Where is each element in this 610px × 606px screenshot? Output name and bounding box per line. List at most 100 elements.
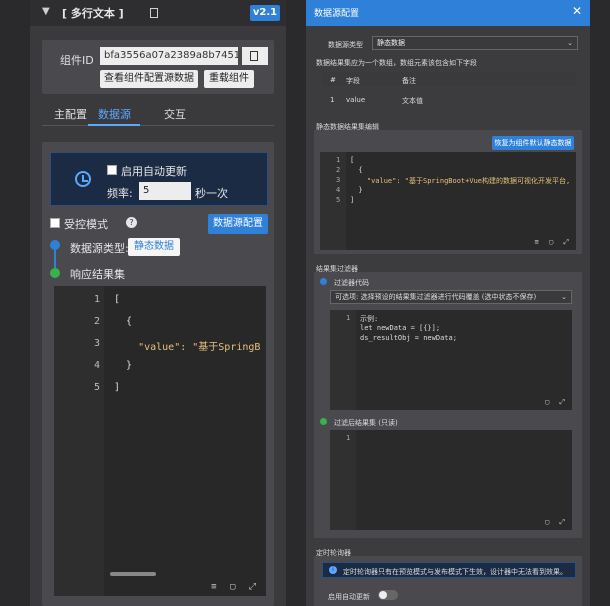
datasource-type-label: 数据源类型: [328, 41, 363, 49]
version-badge: v2.1: [250, 5, 280, 21]
line-number: 5: [336, 196, 341, 204]
result-hint: 数据结果集应为一个数组，数组元素该包含如下字段: [316, 59, 477, 67]
line-number: 4: [336, 186, 341, 194]
component-id-input[interactable]: bfa3556a07a2389a8b7451b6: [100, 47, 238, 65]
table-cell: 文本值: [402, 97, 423, 105]
dialog-auto-update-label: 启用自动更新: [328, 593, 370, 601]
line-number: 1: [94, 294, 101, 305]
code-line: }: [350, 186, 363, 194]
response-code-editor[interactable]: 1 2 3 4 5 [ { "value": "基于SpringB } ] ≡ …: [54, 286, 266, 596]
chevron-down-icon: ⌄: [567, 39, 573, 47]
code-line: }: [114, 360, 133, 371]
line-gutter: [320, 152, 346, 250]
editor-toolbar[interactable]: ≡ ▢ ⤢: [211, 582, 260, 592]
editor-toolbar[interactable]: ≡ ▢ ⤢: [535, 238, 572, 247]
poller-info-text: 定时轮询器只有在预览模式与发布模式下生效，设计器中无法看到效果。: [343, 568, 567, 576]
line-number: 2: [336, 166, 341, 174]
table-header: [322, 72, 576, 86]
panel-header: ▼ [ 多行文本 ] v2.1: [30, 0, 286, 26]
component-title: [ 多行文本 ]: [62, 7, 124, 20]
auto-update-box: 启用自动更新 频率: 5 秒一次: [50, 152, 268, 206]
datasource-config-button[interactable]: 数据源配置: [208, 214, 268, 234]
restore-default-button[interactable]: 恢复为组件默认静态数据: [492, 136, 574, 150]
chevron-down-icon: ⌄: [561, 293, 567, 301]
response-result-label: 响应结果集: [70, 268, 125, 281]
code-line: 示例:: [360, 315, 379, 323]
editor-toolbar[interactable]: ▢ ⤢: [545, 518, 568, 527]
filter-code-label: 过滤器代码: [334, 279, 369, 287]
static-code-editor[interactable]: 1 2 3 4 5 [ { "value": "基于SpringBoot+Vue…: [320, 152, 576, 250]
table-cell: 1: [330, 96, 335, 104]
code-line: [: [114, 294, 121, 305]
step-dot-filter: [320, 278, 327, 285]
datasource-type-tag[interactable]: 静态数据: [128, 238, 180, 256]
step-dot-datasource: [50, 240, 60, 250]
clock-icon: [75, 171, 91, 187]
tab-main-config[interactable]: 主配置: [54, 106, 87, 122]
datasource-type-value: 静态数据: [377, 39, 405, 47]
datasource-config-dialog: 数据源配置 ✕ 数据源类型 静态数据 ⌄ 数据结果集应为一个数组，数组元素该包含…: [306, 0, 590, 606]
code-line: "value": "基于SpringB: [114, 342, 261, 353]
preset-filter-text: 可选项: 选择预设的结果集过滤器进行代码覆盖 (选中状态不保存): [335, 293, 537, 301]
component-id-section: 组件ID bfa3556a07a2389a8b7451b6 查看组件配置源数据 …: [42, 40, 274, 94]
auto-update-label: 启用自动更新: [121, 165, 187, 178]
controlled-mode-label: 受控模式: [64, 218, 108, 231]
frequency-label: 频率:: [107, 187, 133, 200]
datasource-type-select[interactable]: 静态数据 ⌄: [372, 36, 578, 50]
code-line: ds_resultObj = newData;: [360, 334, 457, 342]
document-icon: [150, 8, 158, 18]
line-number: 2: [94, 316, 101, 327]
filtered-result-label: 过滤后结果集 (只读): [334, 419, 398, 427]
controlled-mode-checkbox[interactable]: [50, 218, 60, 228]
chevron-down-icon[interactable]: ▼: [42, 6, 50, 17]
code-line: ]: [114, 382, 121, 393]
tab-interaction[interactable]: 交互: [164, 106, 186, 122]
auto-update-checkbox[interactable]: [107, 165, 117, 175]
code-line: {: [350, 166, 363, 174]
view-config-button[interactable]: 查看组件配置源数据: [100, 70, 198, 88]
component-id-label: 组件ID: [60, 54, 94, 67]
table-cell: value: [346, 96, 366, 104]
code-line: ]: [350, 196, 355, 204]
reload-component-button[interactable]: 重载组件: [204, 70, 254, 88]
code-line: [: [350, 156, 355, 164]
field-table: # 字段 备注 1 value 文本值: [322, 72, 576, 112]
line-number: 3: [336, 176, 341, 184]
tab-datasource[interactable]: 数据源: [98, 106, 131, 122]
code-line: let newData = [{}];: [360, 324, 441, 332]
line-number: 1: [346, 314, 351, 322]
line-number: 4: [94, 360, 101, 371]
line-number: 5: [94, 382, 101, 393]
line-gutter: [54, 286, 104, 596]
code-line: "value": "基于SpringBoot+Vue构建的数据可视化开发平台,: [350, 177, 571, 185]
step-dot-response: [50, 268, 60, 278]
datasource-type-label: 数据源类型:: [70, 242, 129, 255]
step-connector: [54, 250, 56, 268]
code-line: {: [114, 316, 133, 327]
close-icon[interactable]: ✕: [572, 4, 582, 18]
filtered-result-editor[interactable]: 1 ▢ ⤢: [330, 430, 572, 530]
active-tab-indicator: [88, 124, 140, 126]
editor-toolbar[interactable]: ▢ ⤢: [545, 398, 568, 407]
help-icon[interactable]: ?: [126, 217, 137, 228]
line-number: 3: [94, 338, 101, 349]
frequency-input[interactable]: 5: [139, 182, 191, 200]
table-header-cell: #: [330, 76, 336, 84]
filter-code-editor[interactable]: 1 示例: let newData = [{}]; ds_resultObj =…: [330, 310, 572, 410]
auto-update-toggle[interactable]: [378, 590, 398, 600]
line-gutter: [330, 430, 356, 530]
table-header-cell: 备注: [402, 77, 416, 85]
step-dot-filtered: [320, 418, 327, 425]
frequency-unit: 秒一次: [195, 187, 228, 200]
copy-id-button[interactable]: [242, 47, 268, 65]
line-number: 1: [346, 434, 351, 442]
line-number: 1: [336, 156, 341, 164]
dialog-title: 数据源配置: [314, 9, 360, 19]
line-gutter: [330, 310, 356, 410]
preset-filter-select[interactable]: 可选项: 选择预设的结果集过滤器进行代码覆盖 (选中状态不保存) ⌄: [330, 290, 572, 304]
copy-icon: [250, 51, 258, 61]
horizontal-scrollbar[interactable]: [110, 572, 156, 576]
table-header-cell: 字段: [346, 77, 360, 85]
config-tabs: 主配置 数据源 交互: [42, 104, 274, 126]
poller-info-bar: i 定时轮询器只有在预览模式与发布模式下生效，设计器中无法看到效果。: [322, 562, 576, 578]
